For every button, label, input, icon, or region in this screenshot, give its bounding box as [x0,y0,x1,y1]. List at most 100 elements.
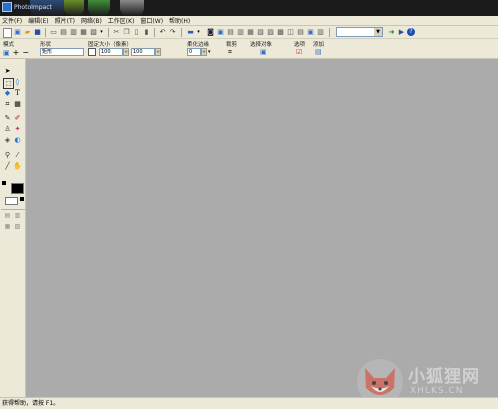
menu-workspace[interactable]: 工作区(K) [108,16,135,25]
hand-tool-icon[interactable]: ✋ [13,162,22,171]
width-stepper[interactable]: ÷ [123,48,129,56]
eyedropper-tool-icon[interactable]: ⁄ [13,151,22,160]
new-selection-icon[interactable]: ▣ [3,49,10,57]
menu-photo[interactable]: 照片(T) [55,16,75,25]
swap-colors-icon[interactable] [20,197,24,201]
open-icon[interactable]: ▰ [23,28,32,37]
toolbar-separator [329,28,330,37]
zoom-select[interactable]: ▼ [336,27,383,37]
document-manager-icon[interactable]: ▤ [296,28,305,37]
select-object-icon: ▣ [260,48,267,56]
copy-icon[interactable]: ❐ [122,28,131,37]
workspace[interactable] [27,59,498,397]
fixed-size-label: 固定大小（像素） [88,42,133,48]
add-button[interactable]: ▤ [315,48,322,56]
toolbar-separator [181,28,182,37]
layers-icon[interactable]: ▥ [236,28,245,37]
scan-icon[interactable]: ▭ [49,28,58,37]
undo-icon[interactable]: ↶ [158,28,167,37]
crop-button[interactable]: ⌗ [228,48,232,57]
panel-icon[interactable]: ▨ [266,28,275,37]
stamp-tool-icon[interactable]: ♙ [3,125,12,134]
height-stepper[interactable]: ÷ [155,48,161,56]
paste-icon[interactable]: ▯ [132,28,141,37]
chevron-down-icon[interactable]: ▾ [97,28,106,37]
background-color-swatch[interactable] [5,197,18,205]
display-icon[interactable]: ▣ [216,28,225,37]
image-info-icon[interactable]: ▤ [226,28,235,37]
taskbar-glow [88,0,110,16]
menu-edit[interactable]: 编辑(E) [28,16,48,25]
print-setup-icon[interactable]: ▦ [79,28,88,37]
toolbar-separator [154,28,155,37]
workspace-icon[interactable]: ▥ [316,28,325,37]
lasso-tool-icon[interactable]: ◊ [13,78,22,87]
standard-toolbar: ▣ ▰ ■ ▭ ▤ ▥ ▦ ▧ ▾ ✂ ❐ ▯ ▮ ↶ ↷ ▬ ▾ ◙ ▣ ▤ … [0,26,498,39]
crop-tool-icon[interactable]: ⌗ [3,100,12,109]
height-field[interactable]: 100 [131,48,155,56]
layer-manager-icon[interactable]: ▦ [246,28,255,37]
help-icon[interactable]: ? [407,28,415,36]
save-icon[interactable]: ■ [33,28,42,37]
view-mode-icon[interactable]: ▦ [3,222,12,231]
view-mode-icon[interactable]: ▤ [3,211,12,220]
crop-icon: ⌗ [228,48,232,56]
chevron-down-icon[interactable]: ▼ [374,28,382,36]
menu-bar: 文件(F) 编辑(E) 照片(T) 网络(B) 工作区(K) 窗口(W) 帮助(… [0,16,498,26]
eraser-tool-icon[interactable]: ◈ [3,136,12,145]
fixed-size-checkbox[interactable] [88,48,96,56]
brush-tool-icon[interactable]: ✎ [3,114,12,123]
watermark-text: 小狐狸网 [408,367,480,387]
navigate-icon[interactable]: ▶ [397,28,406,37]
menu-web[interactable]: 网络(B) [81,16,102,25]
fill-tool-icon[interactable]: ◐ [13,136,22,145]
new-image-icon[interactable]: ▣ [13,28,22,37]
soft-edge-controls: 0 ÷ ▾ [187,48,211,56]
attribute-icon[interactable]: ▣ [306,28,315,37]
easy-palette-icon[interactable]: ▧ [256,28,265,37]
menu-help[interactable]: 帮助(H) [169,16,190,25]
quick-command-icon[interactable]: ◫ [286,28,295,37]
retouch-tool-icon[interactable]: ✦ [13,125,22,134]
print-preview-icon[interactable]: ▥ [69,28,78,37]
view-mode-icon[interactable]: ▧ [13,222,22,231]
zoom-tool-icon[interactable]: ⚲ [3,151,12,160]
new-icon[interactable] [3,28,12,38]
menu-window[interactable]: 窗口(W) [140,16,163,25]
menu-file[interactable]: 文件(F) [2,16,22,25]
grid-tool-icon[interactable]: ▦ [13,100,22,109]
soft-edge-stepper[interactable]: ÷ [201,48,207,56]
width-field[interactable]: 100 [99,48,123,56]
select-object-button[interactable]: ▣ [260,48,267,56]
soft-edge-field[interactable]: 0 [187,48,201,56]
cut-icon[interactable]: ✂ [112,28,121,37]
text-tool-icon[interactable]: T [13,89,22,98]
shape-tool-icon[interactable]: ◆ [3,89,12,98]
shape-select[interactable]: 矩形 [40,48,84,56]
gallery-icon[interactable]: ▩ [276,28,285,37]
chevron-down-icon[interactable]: ▾ [208,49,211,55]
print-icon[interactable]: ▤ [59,28,68,37]
foreground-color-swatch[interactable] [11,183,24,194]
add-selection-icon[interactable]: + [13,48,20,57]
default-colors-icon[interactable] [2,181,6,185]
pick-tool-icon[interactable]: ➤ [3,67,12,76]
options-button[interactable]: ☑ [296,48,302,56]
taskbar-glow [64,0,84,16]
camera-icon[interactable]: ◙ [206,28,215,37]
chevron-down-icon[interactable]: ▾ [194,28,203,37]
fixed-size-controls: 100 ÷ 100 ÷ [88,48,161,56]
redo-icon[interactable]: ↷ [168,28,177,37]
status-bar: 获得帮助，请按 F1。 [0,397,498,409]
attribute-toolbar: 模式 ▣ + − 形状 矩形 固定大小（像素） 100 ÷ 100 ÷ 柔化边缘… [0,39,498,59]
status-text: 获得帮助，请按 F1。 [2,400,60,407]
toolbar-separator [108,28,109,37]
shape-value: 矩形 [40,48,84,56]
paste-object-icon[interactable]: ▮ [142,28,151,37]
go-icon[interactable]: ➜ [387,28,396,37]
view-mode-icon[interactable]: ▥ [13,211,22,220]
paint-tool-icon[interactable]: ✐ [13,114,22,123]
options-label: 选项 [294,42,306,48]
subtract-selection-icon[interactable]: − [22,48,29,57]
line-tool-icon[interactable]: ╱ [3,162,12,171]
